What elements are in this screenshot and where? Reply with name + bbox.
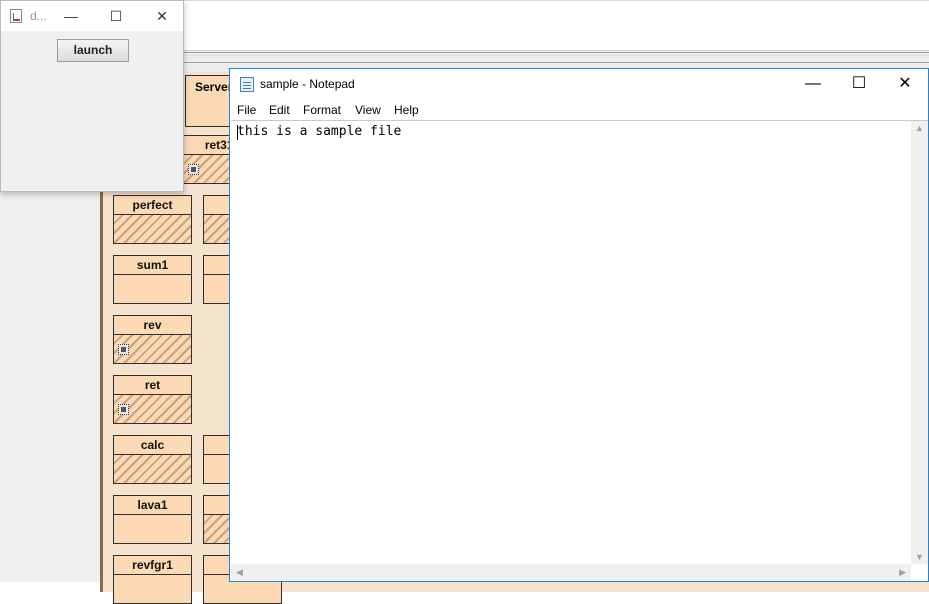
text-editor-area[interactable]: this is a sample file ▲ ▼ ◀ ▶: [231, 120, 928, 581]
scroll-left-icon[interactable]: ◀: [236, 567, 243, 578]
node-body: [114, 215, 191, 243]
notepad-menubar: File Edit Format View Help: [230, 101, 928, 121]
node-title: ret: [114, 376, 191, 395]
node-instance-icon[interactable]: [188, 164, 199, 175]
launch-button[interactable]: launch: [57, 39, 129, 62]
close-icon[interactable]: ✕: [140, 1, 184, 31]
notepad-title: sample - Notepad: [260, 77, 355, 91]
menu-edit[interactable]: Edit: [269, 103, 290, 117]
menu-file[interactable]: File: [237, 103, 256, 117]
close-icon[interactable]: ✕: [882, 69, 928, 99]
node-rev[interactable]: rev: [113, 315, 192, 364]
minimize-icon[interactable]: —: [790, 69, 836, 99]
node-ret[interactable]: ret: [113, 375, 192, 424]
scroll-up-icon[interactable]: ▲: [915, 123, 924, 133]
node-calc[interactable]: calc: [113, 435, 192, 484]
node-title: rev: [114, 316, 191, 335]
node-perfect[interactable]: perfect: [113, 195, 192, 244]
node-body: [114, 275, 191, 303]
menu-view[interactable]: View: [355, 103, 381, 117]
launcher-title: d...: [30, 9, 47, 23]
minimize-icon[interactable]: —: [49, 1, 93, 31]
maximize-icon[interactable]: ☐: [94, 1, 138, 31]
node-body: [114, 335, 191, 363]
node-sum1[interactable]: sum1: [113, 255, 192, 304]
scroll-right-icon[interactable]: ▶: [899, 567, 906, 578]
node-body: [114, 575, 191, 603]
notepad-titlebar[interactable]: sample - Notepad — ☐ ✕: [230, 69, 928, 101]
node-body: [114, 455, 191, 483]
java-app-icon: [10, 9, 22, 23]
node-title: revfgr1: [114, 556, 191, 575]
node-body: [114, 395, 191, 423]
launcher-titlebar[interactable]: d... — ☐ ✕: [1, 1, 183, 31]
node-revfgr1[interactable]: revfgr1: [113, 555, 192, 604]
toolbar-separator: [184, 52, 929, 56]
maximize-icon[interactable]: ☐: [836, 69, 882, 99]
node-body: [114, 515, 191, 543]
node-title: lava1: [114, 496, 191, 515]
notepad-icon: [240, 77, 254, 92]
node-title: sum1: [114, 256, 191, 275]
node-instance-icon[interactable]: [118, 344, 129, 355]
notepad-window: sample - Notepad — ☐ ✕ File Edit Format …: [229, 68, 929, 582]
menu-format[interactable]: Format: [303, 103, 341, 117]
node-title: perfect: [114, 196, 191, 215]
left-side-panel: [0, 192, 100, 582]
top-toolbar-area: [184, 0, 929, 51]
menu-help[interactable]: Help: [394, 103, 419, 117]
launcher-window: d... — ☐ ✕ launch: [0, 0, 184, 192]
vertical-scrollbar[interactable]: ▲ ▼: [911, 121, 928, 564]
toolbar-separator-2: [184, 62, 929, 63]
node-title: calc: [114, 436, 191, 455]
node-lava1[interactable]: lava1: [113, 495, 192, 544]
document-text[interactable]: this is a sample file: [237, 124, 401, 139]
top-border-line: [184, 0, 929, 1]
horizontal-scrollbar[interactable]: ◀ ▶: [231, 564, 911, 581]
node-instance-icon[interactable]: [118, 404, 129, 415]
scroll-down-icon[interactable]: ▼: [915, 552, 924, 562]
